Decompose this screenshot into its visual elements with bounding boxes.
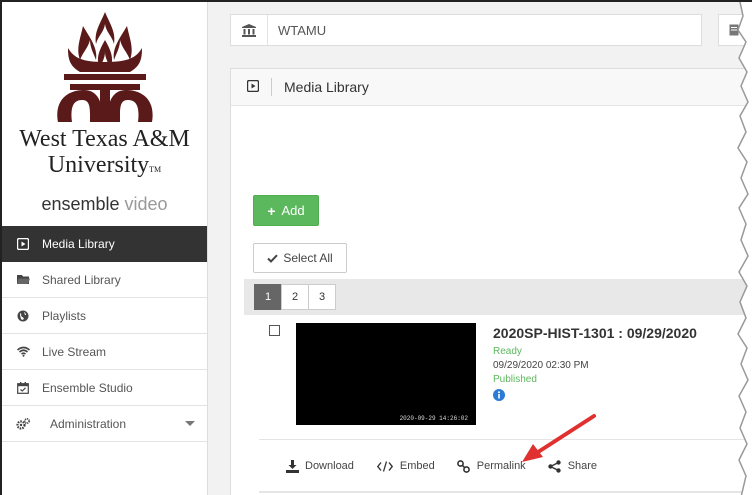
download-icon [285,459,299,473]
sidebar: West Texas A&M UniversityTM ensemble vid… [2,2,208,495]
sidebar-nav: Media Library Shared Library Playlists L… [2,226,207,442]
download-button[interactable]: Download [285,459,354,473]
sidebar-item-playlists[interactable]: Playlists [2,298,207,334]
plus-icon: + [267,202,276,219]
gears-icon [16,417,30,431]
link-icon [457,459,471,473]
embed-button[interactable]: Embed [376,459,435,473]
chevron-down-icon[interactable] [185,421,195,426]
organization-selector[interactable]: WTAMU [230,14,702,46]
sidebar-item-label: Playlists [42,308,87,323]
info-icon[interactable] [493,389,505,401]
main-content: WTAMU Media Library + Add Select All 1 2… [208,2,752,495]
panel-header: Media Library [231,69,752,106]
media-actions: Download Embed Permalink Share [259,439,752,492]
folder-icon [16,273,30,287]
panel-title: Media Library [284,79,369,95]
media-status: Ready [493,346,522,357]
thumbnail-timestamp: 2020-09-29 14:26:02 [399,415,468,422]
university-logo[interactable]: West Texas A&M UniversityTM ensemble vid… [2,2,207,222]
sidebar-item-label: Media Library [42,236,115,251]
media-published-status: Published [493,374,537,385]
sidebar-item-administration[interactable]: Administration [2,406,207,442]
document-icon [729,24,739,36]
product-name: ensemble video [41,194,168,214]
pagination: 1 2 3 [254,284,336,310]
page-button[interactable]: 3 [308,284,336,310]
sidebar-item-label: Shared Library [42,272,121,287]
secondary-selector[interactable] [718,14,752,46]
trademark: TM [149,165,162,174]
media-item: 2020-09-29 14:26:02 2020SP-HIST-1301 : 0… [244,315,752,439]
code-icon [376,459,394,473]
media-icon [16,237,30,251]
sidebar-item-ensemble-studio[interactable]: Ensemble Studio [2,370,207,406]
page-button[interactable]: 1 [254,284,282,310]
header-divider [271,78,272,96]
checkmark-icon [267,254,279,263]
wtamu-flame-logo-icon [57,12,153,122]
media-library-panel: Media Library + Add Select All 1 2 3 202… [230,68,752,495]
media-date: 09/29/2020 02:30 PM [493,360,589,371]
page-button[interactable]: 2 [281,284,309,310]
sidebar-item-live-stream[interactable]: Live Stream [2,334,207,370]
share-button[interactable]: Share [548,459,597,473]
actions-divider [259,491,752,493]
bank-icon [231,15,268,45]
globe-icon [16,309,30,323]
sidebar-item-label: Live Stream [42,344,107,359]
university-name-line1: West Texas A&M [19,126,190,152]
media-title[interactable]: 2020SP-HIST-1301 : 09/29/2020 [493,325,697,341]
sidebar-item-shared-library[interactable]: Shared Library [2,262,207,298]
permalink-button[interactable]: Permalink [457,459,526,473]
media-icon [247,80,261,94]
media-item-checkbox[interactable] [269,325,280,336]
sidebar-item-label: Ensemble Studio [42,380,133,395]
video-thumbnail[interactable]: 2020-09-29 14:26:02 [296,323,476,425]
share-icon [548,459,562,473]
university-name-line2: UniversityTM [47,152,162,178]
sidebar-item-media-library[interactable]: Media Library [2,226,207,262]
sidebar-item-label: Administration [50,416,127,431]
screenshot-frame: West Texas A&M UniversityTM ensemble vid… [0,0,752,495]
wifi-icon [16,345,30,359]
select-all-button[interactable]: Select All [253,243,347,273]
pagination-bar: 1 2 3 [244,279,752,315]
add-button[interactable]: + Add [253,195,319,226]
calendar-icon [16,381,30,395]
organization-name: WTAMU [278,22,327,38]
